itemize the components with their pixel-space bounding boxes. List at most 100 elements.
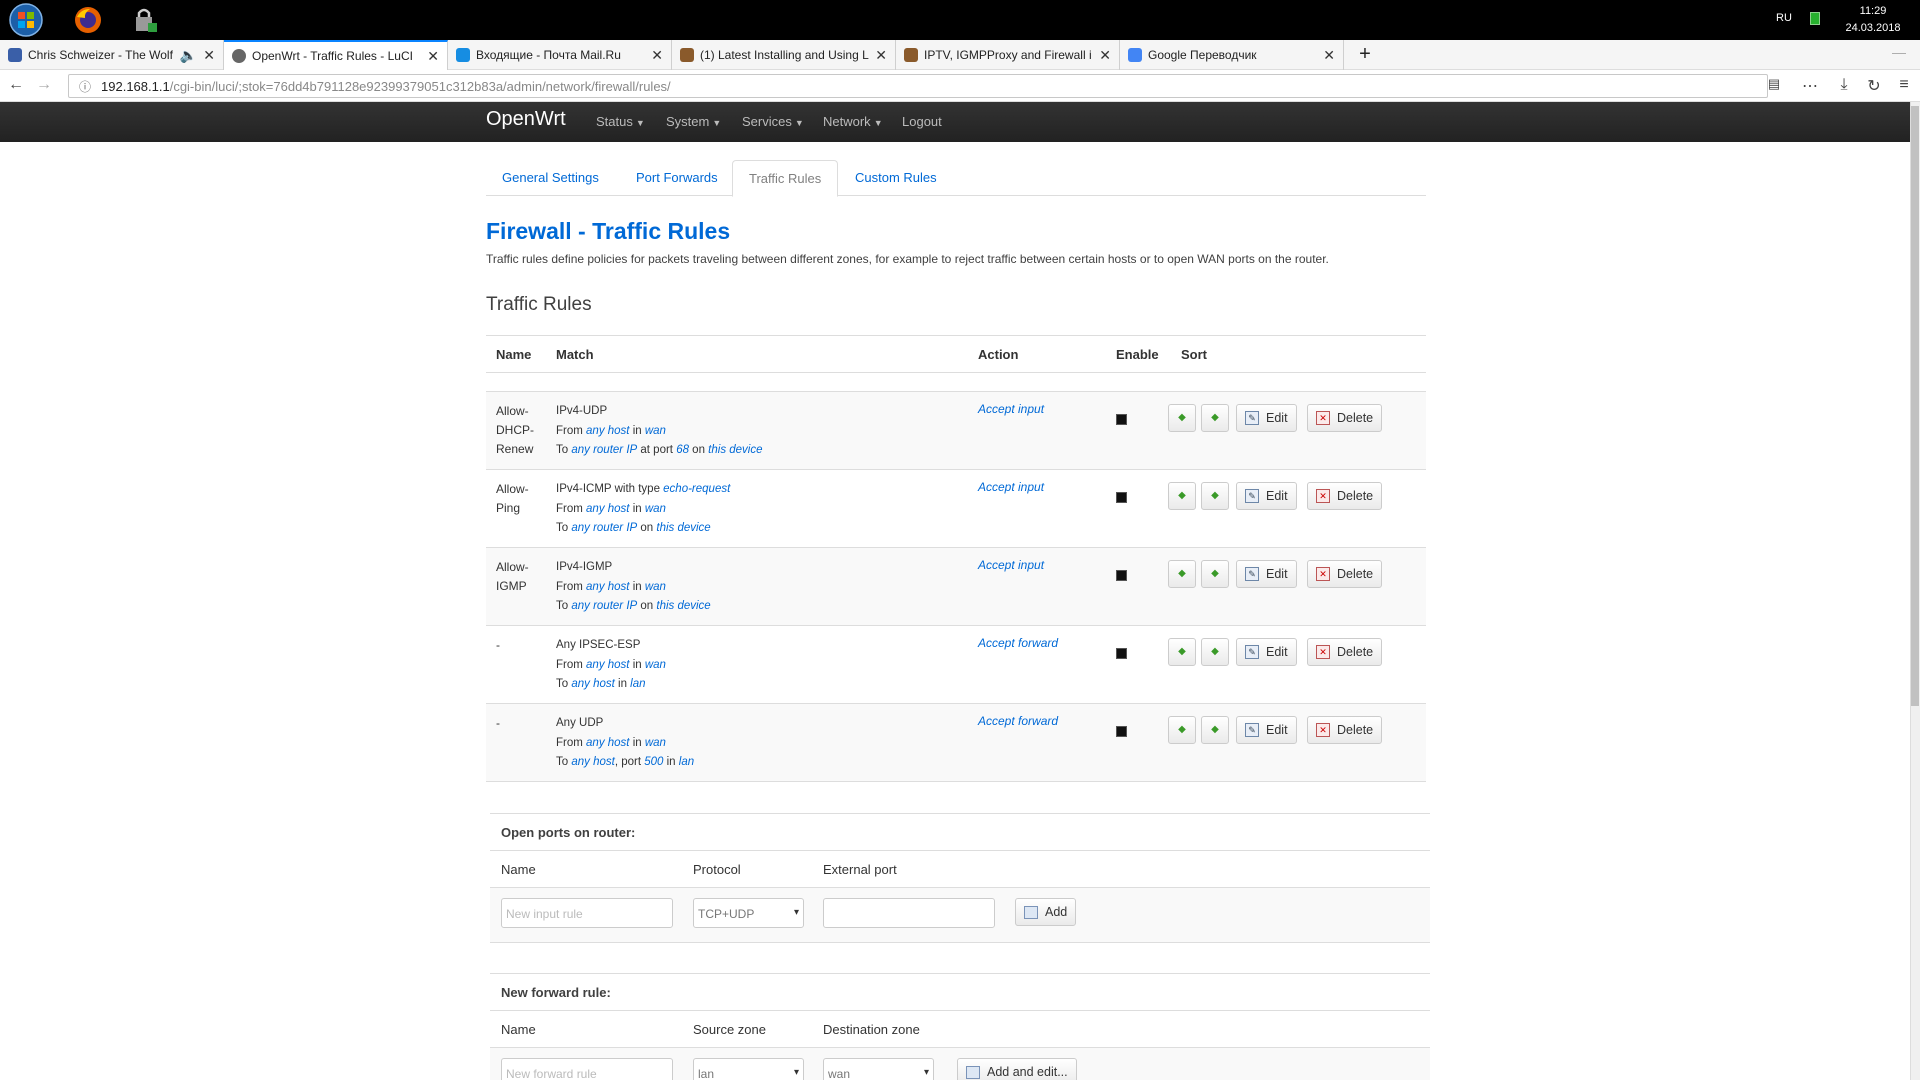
url-bar[interactable]: ⓘ 192.168.1.1 /cgi-bin/luci/;stok=76dd4b… <box>68 74 1768 98</box>
to-zone-link[interactable]: this device <box>656 600 710 612</box>
to-host-link[interactable]: any router IP <box>571 522 637 534</box>
forward-rule-name-field[interactable]: New forward rule <box>501 1058 673 1080</box>
action-link[interactable]: Accept forward <box>978 636 1058 650</box>
delete-button[interactable]: ✕ Delete <box>1307 560 1383 588</box>
speaker-icon[interactable]: 🔈 <box>180 47 197 64</box>
back-arrow-icon[interactable]: ← <box>6 76 26 94</box>
to-port-link[interactable]: 500 <box>644 756 663 768</box>
icmp-type-link[interactable]: echo-request <box>663 483 730 495</box>
enable-checkbox[interactable] <box>1116 570 1127 581</box>
menu-system[interactable]: System ▼ <box>666 114 721 129</box>
from-host-link[interactable]: any host <box>586 737 629 749</box>
edit-button[interactable]: ✎ Edit <box>1236 560 1297 588</box>
security-app-taskbar-icon[interactable] <box>126 2 166 38</box>
browser-tab[interactable]: Chris Schweizer - The Wolf 🔈 ✕ <box>0 40 224 70</box>
to-port-link[interactable]: 68 <box>676 444 689 456</box>
move-down-button[interactable]: ◆ <box>1201 560 1229 588</box>
delete-button[interactable]: ✕ Delete <box>1307 404 1383 432</box>
to-zone-link[interactable]: lan <box>630 678 645 690</box>
brand-logo[interactable]: OpenWrt <box>486 108 566 131</box>
enable-checkbox[interactable] <box>1116 414 1127 425</box>
to-host-link[interactable]: any router IP <box>571 600 637 612</box>
move-up-button[interactable]: ◆ <box>1168 716 1196 744</box>
move-down-button[interactable]: ◆ <box>1201 404 1229 432</box>
to-zone-link[interactable]: lan <box>679 756 694 768</box>
download-icon[interactable]: ⤓ <box>1834 76 1854 94</box>
from-host-link[interactable]: any host <box>586 425 629 437</box>
menu-services[interactable]: Services ▼ <box>742 114 804 129</box>
browser-tab[interactable]: IPTV, IGMPProxy and Firewall i ✕ <box>896 40 1120 70</box>
action-link[interactable]: Accept input <box>978 480 1044 494</box>
close-tab-icon[interactable]: ✕ <box>651 47 663 64</box>
page-scrollbar[interactable] <box>1910 102 1920 1080</box>
from-host-link[interactable]: any host <box>586 659 629 671</box>
move-down-button[interactable]: ◆ <box>1201 716 1229 744</box>
move-up-button[interactable]: ◆ <box>1168 404 1196 432</box>
edit-button[interactable]: ✎ Edit <box>1236 482 1297 510</box>
browser-tab[interactable]: Google Переводчик ✕ <box>1120 40 1344 70</box>
move-up-button[interactable]: ◆ <box>1168 560 1196 588</box>
to-zone-link[interactable]: this device <box>656 522 710 534</box>
from-zone-link[interactable]: wan <box>645 581 666 593</box>
close-tab-icon[interactable]: ✕ <box>203 47 215 64</box>
tab-custom-rules[interactable]: Custom Rules <box>839 160 953 196</box>
edit-button[interactable]: ✎ Edit <box>1236 716 1297 744</box>
close-tab-icon[interactable]: ✕ <box>875 47 887 64</box>
clock[interactable]: 11:29 24.03.2018 <box>1838 3 1908 37</box>
start-button[interactable] <box>6 2 46 38</box>
tab-port-forwards[interactable]: Port Forwards <box>620 160 734 196</box>
page-actions-icon[interactable]: ⋯ <box>1800 76 1820 96</box>
edit-button[interactable]: ✎ Edit <box>1236 404 1297 432</box>
add-button[interactable]: Add <box>1015 898 1077 926</box>
reload-icon[interactable]: ↻ <box>1864 76 1884 96</box>
reader-view-icon[interactable]: ▤ <box>1764 76 1784 92</box>
action-link[interactable]: Accept input <box>978 402 1044 416</box>
browser-tab[interactable]: Входящие - Почта Mail.Ru ✕ <box>448 40 672 70</box>
move-up-button[interactable]: ◆ <box>1168 638 1196 666</box>
tab-overflow-icon[interactable]: — <box>1892 44 1906 60</box>
add-and-edit-button[interactable]: Add and edit... <box>957 1058 1077 1080</box>
logout-link[interactable]: Logout <box>902 114 942 129</box>
to-host-link[interactable]: any host <box>571 678 614 690</box>
external-port-field[interactable] <box>823 898 995 928</box>
delete-button[interactable]: ✕ Delete <box>1307 716 1383 744</box>
source-zone-select[interactable]: lan <box>693 1058 804 1080</box>
new-tab-button[interactable]: + <box>1352 43 1378 67</box>
input-rule-name-field[interactable]: New input rule <box>501 898 673 928</box>
move-down-button[interactable]: ◆ <box>1201 482 1229 510</box>
scrollbar-thumb[interactable] <box>1911 106 1919 706</box>
menu-network[interactable]: Network ▼ <box>823 114 883 129</box>
info-icon[interactable]: ⓘ <box>79 78 91 95</box>
battery-icon[interactable] <box>1810 12 1820 25</box>
enable-checkbox[interactable] <box>1116 726 1127 737</box>
to-host-link[interactable]: any host <box>571 756 614 768</box>
action-link[interactable]: Accept forward <box>978 714 1058 728</box>
move-up-button[interactable]: ◆ <box>1168 482 1196 510</box>
tab-general-settings[interactable]: General Settings <box>486 160 615 196</box>
enable-checkbox[interactable] <box>1116 648 1127 659</box>
browser-tab-active[interactable]: OpenWrt - Traffic Rules - LuCI ✕ <box>224 40 448 70</box>
to-zone-link[interactable]: this device <box>708 444 762 456</box>
to-host-link[interactable]: any router IP <box>571 444 637 456</box>
from-host-link[interactable]: any host <box>586 503 629 515</box>
firefox-taskbar-icon[interactable] <box>68 2 108 38</box>
from-zone-link[interactable]: wan <box>645 659 666 671</box>
from-zone-link[interactable]: wan <box>645 503 666 515</box>
move-down-button[interactable]: ◆ <box>1201 638 1229 666</box>
action-link[interactable]: Accept input <box>978 558 1044 572</box>
browser-tab[interactable]: (1) Latest Installing and Using L ✕ <box>672 40 896 70</box>
close-tab-icon[interactable]: ✕ <box>427 48 439 65</box>
from-zone-link[interactable]: wan <box>645 737 666 749</box>
close-tab-icon[interactable]: ✕ <box>1323 47 1335 64</box>
menu-icon[interactable]: ≡ <box>1894 76 1914 94</box>
menu-status[interactable]: Status ▼ <box>596 114 645 129</box>
tab-traffic-rules[interactable]: Traffic Rules <box>732 160 839 197</box>
from-zone-link[interactable]: wan <box>645 425 666 437</box>
from-host-link[interactable]: any host <box>586 581 629 593</box>
edit-button[interactable]: ✎ Edit <box>1236 638 1297 666</box>
language-indicator[interactable]: RU <box>1776 12 1792 24</box>
delete-button[interactable]: ✕ Delete <box>1307 638 1383 666</box>
enable-checkbox[interactable] <box>1116 492 1127 503</box>
destination-zone-select[interactable]: wan <box>823 1058 934 1080</box>
protocol-select[interactable]: TCP+UDP <box>693 898 804 928</box>
